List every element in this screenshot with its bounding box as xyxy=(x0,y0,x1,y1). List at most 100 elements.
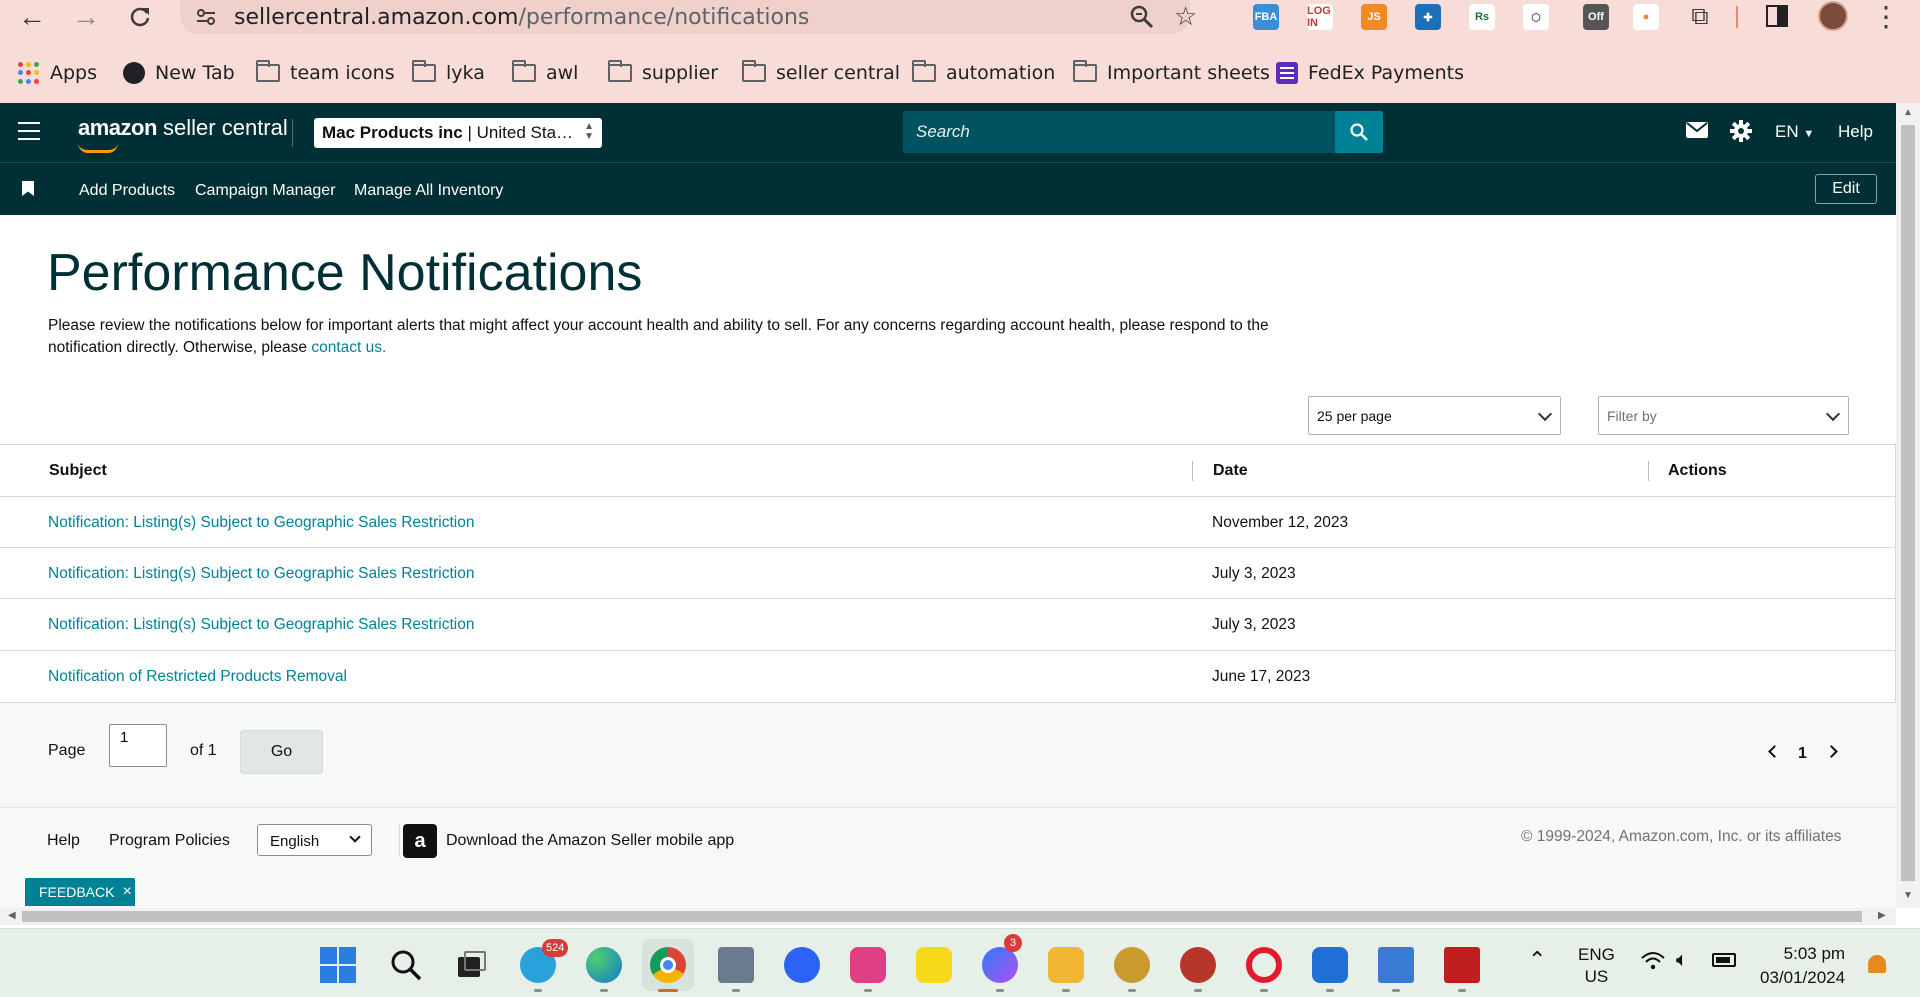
go-button[interactable]: Go xyxy=(240,730,323,774)
bookmark-important-sheets[interactable]: Important sheets xyxy=(1073,58,1270,88)
edit-shortcuts-button[interactable]: Edit xyxy=(1815,174,1877,204)
cube-extension-icon[interactable]: ⬡ xyxy=(1523,4,1549,30)
chevron-up-icon[interactable]: ⌃ xyxy=(1528,947,1546,973)
footer-language-select[interactable]: English xyxy=(257,824,372,856)
scroll-left-icon[interactable]: ◀ xyxy=(8,910,16,921)
close-icon[interactable]: × xyxy=(122,883,131,901)
scroll-down-icon[interactable]: ▼ xyxy=(1903,890,1913,901)
volume-icon[interactable]: 🔈︎ xyxy=(1676,949,1688,972)
sticky-notes-icon[interactable] xyxy=(916,947,952,983)
bookmark-team-icons[interactable]: team icons xyxy=(256,58,395,88)
chrome-active-tile[interactable] xyxy=(642,939,694,991)
search-field[interactable] xyxy=(903,111,1335,153)
folder-icon xyxy=(608,60,632,82)
plus-extension-icon[interactable]: ✚ xyxy=(1415,4,1441,30)
address-bar[interactable]: sellercentral.amazon.com/performance/not… xyxy=(180,0,1197,34)
zoom-icon[interactable] xyxy=(1128,3,1156,31)
p-app-icon[interactable] xyxy=(1180,947,1216,983)
search-input[interactable] xyxy=(903,111,1335,153)
file-explorer-icon[interactable] xyxy=(1048,947,1084,983)
input-language-indicator[interactable]: ENG US xyxy=(1578,944,1615,988)
forward-arrow-icon[interactable]: → xyxy=(68,0,104,34)
bookmark-new-tab[interactable]: New Tab xyxy=(123,58,235,88)
table-row: Notification: Listing(s) Subject to Geog… xyxy=(0,547,1896,598)
battery-icon[interactable] xyxy=(1712,953,1736,967)
side-panel-icon[interactable] xyxy=(1766,5,1788,27)
chevron-right-icon[interactable] xyxy=(1825,745,1838,758)
vertical-scrollbar[interactable]: ▲ ▼ xyxy=(1896,103,1920,908)
calculator-icon[interactable] xyxy=(718,947,754,983)
bookmark-seller-central[interactable]: seller central xyxy=(742,58,900,88)
rs-extension-icon[interactable]: Rs xyxy=(1469,4,1495,30)
search-button[interactable] xyxy=(1335,111,1383,153)
bookmark-apps[interactable]: Apps xyxy=(18,58,97,88)
bookmark-supplier[interactable]: supplier xyxy=(608,58,718,88)
clock[interactable]: 5:03 pm 03/01/2024 xyxy=(1760,942,1845,990)
notification-subject-link[interactable]: Notification: Listing(s) Subject to Geog… xyxy=(48,514,474,532)
bookmark-lyka[interactable]: lyka xyxy=(412,58,485,88)
horizontal-scrollbar[interactable]: ◀ ▶ xyxy=(0,908,1896,925)
notification-subject-link[interactable]: Notification of Restricted Products Remo… xyxy=(48,668,347,686)
extensions-puzzle-icon[interactable]: ⧉ xyxy=(1682,0,1718,34)
orange-circle-extension-icon[interactable]: ● xyxy=(1633,4,1659,30)
scroll-right-icon[interactable]: ▶ xyxy=(1878,910,1886,921)
browser-menu-icon[interactable]: ⋮ xyxy=(1872,0,1900,33)
current-page-number[interactable]: 1 xyxy=(1798,745,1807,763)
edge-icon[interactable] xyxy=(586,947,622,983)
scroll-up-icon[interactable]: ▲ xyxy=(1903,107,1913,118)
contact-us-link[interactable]: contact us. xyxy=(311,339,386,356)
download-app-link[interactable]: Download the Amazon Seller mobile app xyxy=(446,832,734,850)
notepad-icon[interactable] xyxy=(1378,947,1414,983)
language-selector[interactable]: EN ▼ xyxy=(1775,122,1814,142)
wps-icon[interactable] xyxy=(850,947,886,983)
search-icon[interactable] xyxy=(388,947,424,983)
column-header-subject[interactable]: Subject xyxy=(49,462,107,480)
off-extension-icon[interactable]: Off xyxy=(1583,4,1609,30)
notification-subject-link[interactable]: Notification: Listing(s) Subject to Geog… xyxy=(48,616,474,634)
account-switcher[interactable]: Mac Products inc | United Sta… ▲ ▼ xyxy=(314,118,602,148)
wifi-icon[interactable] xyxy=(1640,951,1666,976)
feedback-tab[interactable]: FEEDBACK × xyxy=(25,878,135,906)
nav-campaign-manager[interactable]: Campaign Manager xyxy=(195,182,336,200)
site-settings-icon[interactable] xyxy=(194,5,218,29)
notification-bell-icon[interactable] xyxy=(1868,955,1886,973)
bookmark-fedex-payments[interactable]: FedEx Payments xyxy=(1276,58,1464,88)
reload-icon[interactable] xyxy=(122,0,158,34)
filezilla-icon[interactable] xyxy=(1444,947,1480,983)
js-extension-icon[interactable]: JS xyxy=(1361,4,1387,30)
nav-manage-all-inventory[interactable]: Manage All Inventory xyxy=(354,182,503,200)
back-arrow-icon[interactable]: ← xyxy=(14,0,50,34)
amazon-seller-central-logo[interactable]: amazon seller central xyxy=(78,115,288,141)
per-page-select[interactable]: 25 per page xyxy=(1308,396,1561,435)
footer-help-link[interactable]: Help xyxy=(47,832,80,850)
coffee-app-icon[interactable] xyxy=(1114,947,1150,983)
windows-start-icon[interactable] xyxy=(320,947,356,983)
zoom-app-icon[interactable] xyxy=(784,947,820,983)
bookmark-icon[interactable] xyxy=(22,181,34,196)
vertical-scroll-thumb[interactable] xyxy=(1901,125,1915,881)
bookmark-star-icon[interactable]: ☆ xyxy=(1174,1,1197,32)
nav-add-products[interactable]: Add Products xyxy=(79,182,175,200)
r-app-icon[interactable] xyxy=(1312,947,1348,983)
messenger-icon[interactable] xyxy=(982,947,1018,983)
filter-select[interactable]: Filter by xyxy=(1598,396,1849,435)
opera-icon[interactable] xyxy=(1246,947,1282,983)
horizontal-scroll-thumb[interactable] xyxy=(22,911,1862,922)
fba-extension-icon[interactable]: FBA xyxy=(1253,4,1279,30)
mail-icon[interactable] xyxy=(1686,121,1708,144)
profile-avatar[interactable] xyxy=(1818,1,1848,31)
program-policies-link[interactable]: Program Policies xyxy=(109,832,230,850)
page-description: Please review the notifications below fo… xyxy=(48,315,1278,359)
page-number-input[interactable] xyxy=(109,724,167,767)
chevron-left-icon[interactable] xyxy=(1768,745,1781,758)
hamburger-menu-icon[interactable] xyxy=(18,122,40,140)
task-view-icon[interactable] xyxy=(452,947,488,983)
header-help-link[interactable]: Help xyxy=(1838,122,1873,142)
column-header-date[interactable]: Date xyxy=(1213,462,1248,480)
amazon-app-icon[interactable]: a xyxy=(403,824,437,858)
gear-icon[interactable] xyxy=(1730,120,1752,147)
notification-subject-link[interactable]: Notification: Listing(s) Subject to Geog… xyxy=(48,565,474,583)
bookmark-awl[interactable]: awl xyxy=(512,58,578,88)
bookmark-automation[interactable]: automation xyxy=(912,58,1055,88)
login-extension-icon[interactable]: LOG IN xyxy=(1307,4,1333,30)
